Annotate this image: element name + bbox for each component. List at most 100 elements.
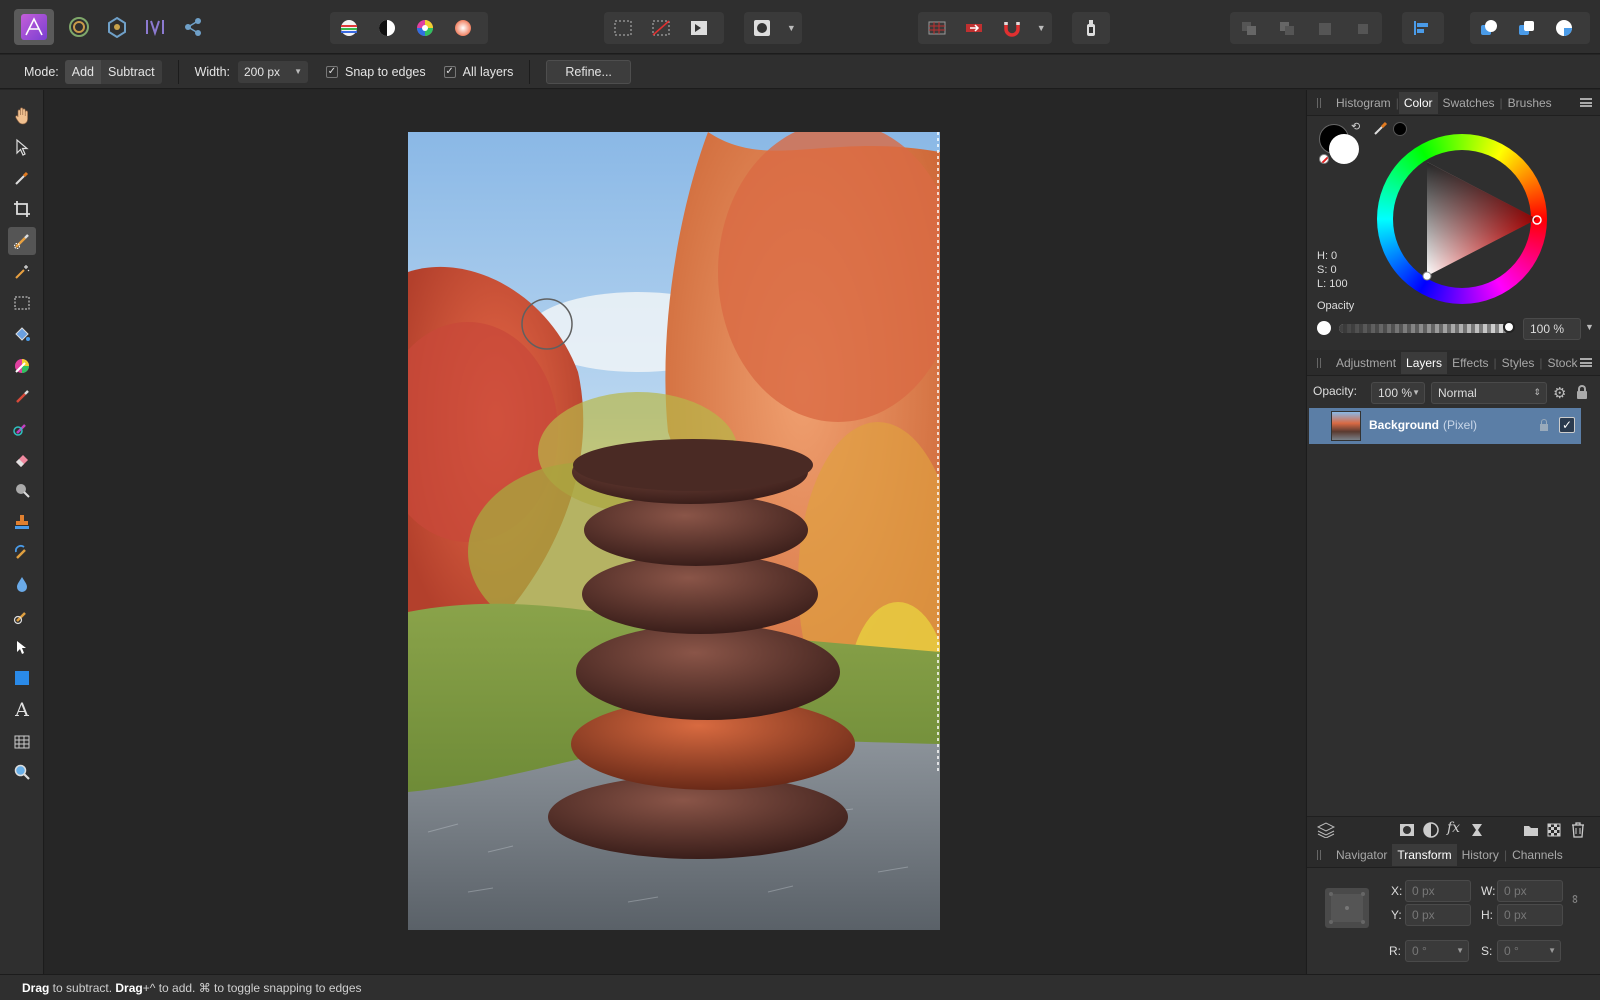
move-tool[interactable] <box>8 133 36 161</box>
hand-selection-button[interactable] <box>1072 12 1110 44</box>
rectangle-tool[interactable] <box>8 664 36 692</box>
color-replacement-brush-tool[interactable] <box>8 414 36 442</box>
tab-history[interactable]: History <box>1457 848 1504 862</box>
tab-stock[interactable]: Stock <box>1542 356 1582 370</box>
tab-effects[interactable]: Effects <box>1447 356 1493 370</box>
drag-grip-icon[interactable] <box>1317 97 1321 108</box>
layer-row[interactable]: Background (Pixel) ✓ <box>1309 408 1581 444</box>
assistant-button[interactable] <box>918 12 955 44</box>
y-field[interactable]: 0 px <box>1405 904 1471 926</box>
rectangular-marquee-tool[interactable] <box>8 289 36 317</box>
smudge-brush-tool[interactable] <box>8 602 36 630</box>
intersect-shapes-button[interactable] <box>1546 12 1584 44</box>
healing-brush-tool[interactable] <box>8 539 36 567</box>
levels-button[interactable] <box>330 12 368 44</box>
selection-brush-tool[interactable] <box>8 227 36 255</box>
contrast-button[interactable] <box>368 12 406 44</box>
photo-persona-button[interactable] <box>14 9 54 45</box>
drag-grip-icon[interactable] <box>1317 849 1321 860</box>
select-all-button[interactable] <box>604 12 642 44</box>
move-back-one-button[interactable] <box>1268 12 1306 44</box>
mode-add-button[interactable]: Add <box>64 59 101 84</box>
text-tool[interactable]: A <box>8 696 36 724</box>
blur-brush-tool[interactable] <box>8 570 36 598</box>
move-to-front-button[interactable] <box>1344 12 1382 44</box>
quick-mask-button[interactable] <box>744 12 781 44</box>
tone-mapping-persona-button[interactable] <box>136 11 174 43</box>
color-wheel[interactable] <box>1377 134 1547 304</box>
align-button[interactable] <box>1402 12 1440 44</box>
liquify-persona-button[interactable] <box>60 11 98 43</box>
gradient-tool[interactable] <box>8 352 36 380</box>
link-icon[interactable]: ∞ <box>1568 895 1582 904</box>
clone-brush-tool[interactable] <box>8 508 36 536</box>
move-forward-one-button[interactable] <box>1306 12 1344 44</box>
snapping-button[interactable] <box>993 12 1030 44</box>
lock-icon[interactable] <box>1577 385 1587 399</box>
document-image[interactable] <box>408 132 940 930</box>
flood-fill-tool[interactable] <box>8 320 36 348</box>
paint-brush-tool[interactable] <box>8 383 36 411</box>
mask-layer-icon[interactable] <box>1399 823 1415 840</box>
panel-menu-icon[interactable] <box>1580 358 1592 367</box>
all-layers-checkbox[interactable]: ✓ All layers <box>443 65 513 79</box>
layer-visibility-checkbox[interactable]: ✓ <box>1559 417 1575 433</box>
tab-channels[interactable]: Channels <box>1507 848 1568 862</box>
tab-brushes[interactable]: Brushes <box>1503 96 1557 110</box>
color-picker-tool[interactable] <box>8 164 36 192</box>
tab-color[interactable]: Color <box>1398 91 1438 114</box>
gear-icon[interactable]: ⚙ <box>1553 384 1566 402</box>
folder-icon[interactable] <box>1523 823 1539 840</box>
develop-persona-button[interactable] <box>98 11 136 43</box>
rotation-field[interactable]: 0 ° ▼ <box>1405 940 1469 962</box>
dodge-tool[interactable] <box>8 477 36 505</box>
tab-navigator[interactable]: Navigator <box>1331 848 1392 862</box>
tab-swatches[interactable]: Swatches <box>1438 96 1500 110</box>
deselect-button[interactable] <box>642 12 680 44</box>
fx-icon[interactable]: fx <box>1447 820 1460 836</box>
chevron-down-icon[interactable]: ▼ <box>1585 322 1594 332</box>
mesh-warp-tool[interactable] <box>8 727 36 755</box>
layer-lock-icon[interactable] <box>1540 419 1548 431</box>
node-tool[interactable] <box>8 633 36 661</box>
move-to-back-button[interactable] <box>1230 12 1268 44</box>
anchor-point-selector[interactable] <box>1325 888 1369 928</box>
zoom-tool[interactable] <box>8 758 36 786</box>
swap-colors-icon[interactable]: ⟲ <box>1351 120 1360 133</box>
drag-grip-icon[interactable] <box>1317 357 1321 368</box>
quick-mask-dropdown[interactable]: ▼ <box>781 12 802 44</box>
view-tool[interactable] <box>8 102 36 130</box>
opacity-slider-handle[interactable] <box>1503 321 1515 333</box>
flood-select-tool[interactable] <box>8 258 36 286</box>
mode-subtract-button[interactable]: Subtract <box>101 59 162 84</box>
canvas-area[interactable] <box>45 90 1305 974</box>
force-pixel-alignment-button[interactable] <box>955 12 992 44</box>
adjustment-layer-icon[interactable] <box>1423 822 1439 841</box>
layers-stack-icon[interactable] <box>1316 822 1336 841</box>
add-shapes-button[interactable] <box>1470 12 1508 44</box>
color-triangle[interactable] <box>1377 134 1547 304</box>
white-balance-button[interactable] <box>444 12 482 44</box>
tab-styles[interactable]: Styles <box>1497 356 1540 370</box>
snap-to-edges-checkbox[interactable]: ✓ Snap to edges <box>326 65 426 79</box>
opacity-slider[interactable] <box>1339 321 1515 333</box>
subtract-shapes-button[interactable] <box>1508 12 1546 44</box>
blend-mode-select[interactable]: Normal ⇕ <box>1431 382 1547 404</box>
tab-transform[interactable]: Transform <box>1392 843 1457 866</box>
new-pixel-layer-icon[interactable] <box>1547 823 1561 840</box>
tab-layers[interactable]: Layers <box>1401 351 1448 374</box>
export-persona-button[interactable] <box>174 11 212 43</box>
refine-button[interactable]: Refine... <box>546 59 631 84</box>
trash-icon[interactable] <box>1571 822 1585 841</box>
color-balance-button[interactable] <box>406 12 444 44</box>
panel-menu-icon[interactable] <box>1580 98 1592 107</box>
tab-histogram[interactable]: Histogram <box>1331 96 1396 110</box>
layer-opacity-field[interactable]: 100 % ▼ <box>1371 382 1425 404</box>
snapping-dropdown[interactable]: ▼ <box>1030 12 1052 44</box>
live-filter-icon[interactable] <box>1471 823 1483 840</box>
x-field[interactable]: 0 px <box>1405 880 1471 902</box>
opacity-field[interactable]: 100 % <box>1523 318 1581 340</box>
w-field[interactable]: 0 px <box>1497 880 1563 902</box>
invert-selection-button[interactable] <box>680 12 718 44</box>
width-select[interactable]: 200 px ▼ <box>238 60 308 83</box>
